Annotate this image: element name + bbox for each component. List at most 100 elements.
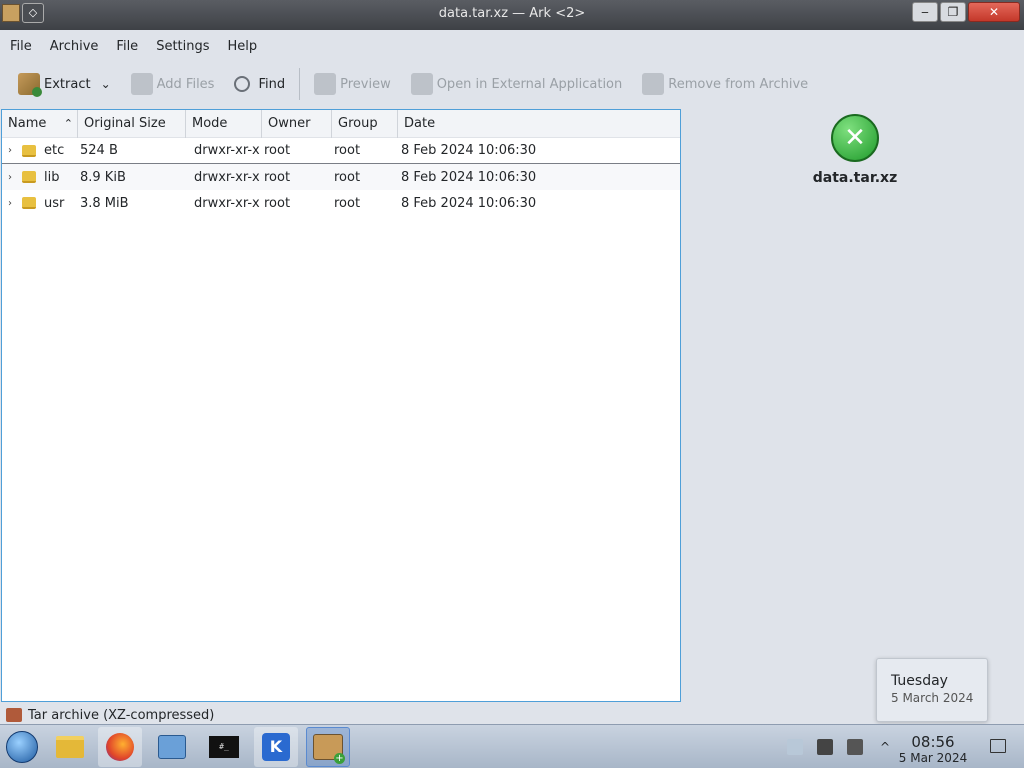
expand-arrow-icon[interactable]: ›	[8, 172, 18, 183]
item-size: 3.8 MiB	[80, 195, 129, 211]
menu-archive[interactable]: Archive	[44, 39, 111, 54]
item-name: usr	[44, 195, 65, 211]
tray-expand-icon[interactable]: ^	[877, 739, 893, 755]
add-files-button[interactable]: Add Files	[125, 68, 221, 100]
preview-icon	[314, 73, 337, 95]
expand-arrow-icon[interactable]: ›	[8, 198, 18, 209]
notes-icon[interactable]	[817, 739, 833, 755]
item-group: root	[334, 143, 361, 158]
window-controls: ‒ ❐ ✕	[912, 2, 1020, 22]
terminal-icon: #_	[209, 736, 239, 758]
info-panel: ✕ data.tar.xz	[690, 110, 1020, 186]
archive-type-icon	[6, 708, 22, 722]
menu-file-2[interactable]: File	[110, 39, 150, 54]
tooltip-day: Tuesday	[891, 673, 948, 689]
info-filename: data.tar.xz	[812, 170, 898, 186]
extract-label: Extract	[44, 76, 91, 92]
archive-tools-icon: ✕	[831, 114, 879, 162]
chevron-down-icon[interactable]: ⌄	[101, 77, 111, 91]
item-mode: drwxr-xr-x	[194, 143, 260, 158]
list-item[interactable]: › lib 8.9 KiB drwxr-xr-x root root 8 Feb …	[2, 164, 680, 190]
window-title: data.tar.xz — Ark <2>	[438, 6, 586, 21]
sort-ascending-icon: ⌃	[63, 117, 73, 130]
date-tooltip: Tuesday 5 March 2024	[876, 658, 988, 722]
taskbar-system-settings[interactable]	[150, 727, 194, 767]
clock-date: 5 Mar 2024	[898, 751, 968, 765]
find-label: Find	[258, 76, 286, 92]
item-date: 8 Feb 2024 10:06:30	[401, 143, 537, 158]
item-name: lib	[44, 169, 60, 185]
volume-muted-icon[interactable]	[847, 739, 863, 755]
folder-icon	[56, 736, 84, 758]
menu-file[interactable]: File	[4, 39, 44, 54]
extract-button[interactable]: Extract ⌄	[12, 68, 117, 100]
item-date: 8 Feb 2024 10:06:30	[401, 195, 537, 211]
list-header: Name ⌃ Original Size Mode Owner Group Dat…	[2, 110, 680, 138]
column-header-owner[interactable]: Owner	[262, 110, 332, 138]
taskbar-terminal[interactable]: #_	[202, 727, 246, 767]
menu-help[interactable]: Help	[222, 39, 270, 54]
item-group: root	[334, 169, 361, 185]
clock-time: 08:56	[911, 733, 955, 751]
item-size: 8.9 KiB	[80, 169, 126, 185]
taskbar-ark[interactable]	[306, 727, 350, 767]
clipboard-icon[interactable]	[787, 739, 803, 755]
taskbar-kde[interactable]: K	[254, 727, 298, 767]
remove-button[interactable]: Remove from Archive	[636, 68, 814, 100]
archive-file-list[interactable]: Name ⌃ Original Size Mode Owner Group Dat…	[1, 109, 681, 702]
find-button[interactable]: Find	[228, 68, 291, 100]
remove-icon	[642, 73, 665, 95]
document-icon	[410, 73, 433, 95]
start-menu-button[interactable]	[0, 727, 44, 767]
open-external-label: Open in External Application	[436, 76, 623, 92]
title-bar: ◇ data.tar.xz — Ark <2> ‒ ❐ ✕	[0, 0, 1024, 30]
taskbar: #_ K ^ 08:56 5 Mar 2024	[0, 724, 1024, 768]
ark-icon	[313, 734, 345, 764]
item-name: etc	[44, 143, 65, 158]
list-item[interactable]: › usr 3.8 MiB drwxr-xr-x root root 8 Feb …	[2, 190, 680, 216]
folder-icon	[22, 197, 36, 209]
add-files-label: Add Files	[156, 76, 215, 92]
preview-button[interactable]: Preview	[308, 68, 397, 100]
column-header-date[interactable]: Date	[398, 110, 680, 138]
menu-bar: File Archive File Settings Help	[0, 30, 1024, 62]
remove-label: Remove from Archive	[668, 76, 809, 92]
open-external-button[interactable]: Open in External Application	[405, 68, 629, 100]
kde-icon: K	[262, 733, 290, 761]
item-mode: drwxr-xr-x	[194, 169, 260, 185]
item-owner: root	[264, 169, 291, 185]
firefox-icon	[106, 733, 134, 761]
item-mode: drwxr-xr-x	[194, 195, 260, 211]
column-header-name[interactable]: Name ⌃	[2, 110, 78, 138]
close-button[interactable]: ✕	[968, 2, 1020, 22]
column-header-size[interactable]: Original Size	[78, 110, 186, 138]
folder-icon	[22, 144, 36, 157]
list-item[interactable]: › etc 524 B drwxr-xr-x root root 8 Feb 20…	[2, 138, 680, 164]
item-group: root	[334, 195, 361, 211]
taskbar-firefox[interactable]	[98, 727, 142, 767]
preview-label: Preview	[340, 76, 391, 92]
status-text: Tar archive (XZ-compressed)	[28, 707, 215, 723]
expand-arrow-icon[interactable]: ›	[8, 145, 18, 156]
extract-icon	[18, 73, 42, 97]
start-orb-icon	[6, 731, 38, 763]
toolbar: Extract ⌄ Add Files Find Preview Open in…	[0, 62, 1024, 106]
system-tray: ^	[780, 727, 900, 767]
item-owner: root	[264, 143, 291, 158]
item-owner: root	[264, 195, 291, 211]
column-header-mode[interactable]: Mode	[186, 110, 262, 138]
clock[interactable]: 08:56 5 Mar 2024	[896, 733, 970, 765]
maximize-button[interactable]: ❐	[940, 2, 966, 22]
menu-settings[interactable]: Settings	[150, 39, 221, 54]
show-desktop-icon[interactable]	[990, 739, 1006, 753]
taskbar-file-manager[interactable]	[48, 727, 92, 767]
item-size: 524 B	[80, 143, 118, 158]
minimize-button[interactable]: ‒	[912, 2, 938, 22]
folder-icon	[22, 171, 36, 183]
toolbar-separator	[299, 68, 301, 100]
tooltip-date: 5 March 2024	[891, 691, 974, 705]
item-date: 8 Feb 2024 10:06:30	[401, 169, 537, 185]
add-files-icon	[130, 73, 153, 95]
settings-icon	[158, 735, 186, 759]
column-header-group[interactable]: Group	[332, 110, 398, 138]
